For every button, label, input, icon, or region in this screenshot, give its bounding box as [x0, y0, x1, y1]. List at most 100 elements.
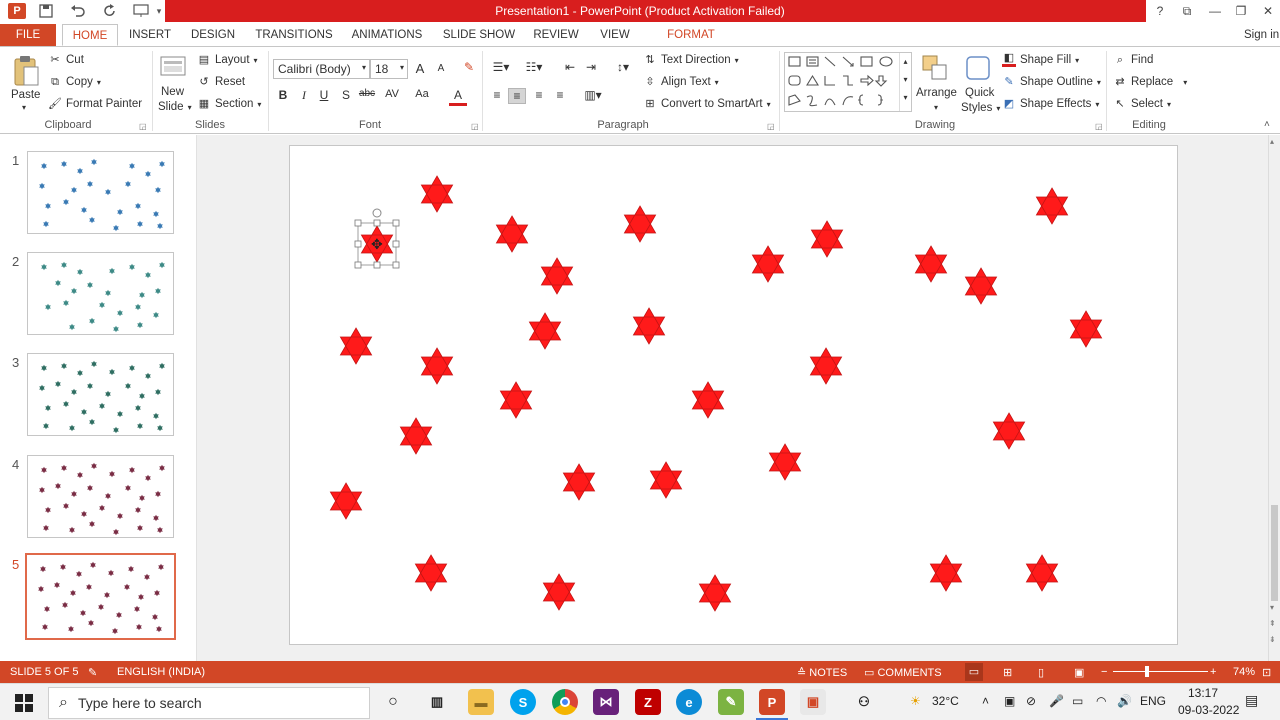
- shape-fill-button[interactable]: ◧ Shape Fill ▾: [1002, 53, 1079, 67]
- undo-icon[interactable]: [63, 2, 93, 20]
- notepad-plus-icon[interactable]: ✎: [718, 689, 744, 715]
- star-shape[interactable]: [540, 257, 574, 295]
- layout-button[interactable]: ▤ Layout ▾: [197, 53, 258, 67]
- clear-formatting-icon[interactable]: ✎: [460, 60, 478, 74]
- tab-slide-show[interactable]: SLIDE SHOW: [440, 24, 518, 46]
- prev-slide-icon[interactable]: ⇞: [1269, 619, 1276, 628]
- new-slide-label-1[interactable]: New: [161, 86, 184, 98]
- italic-button[interactable]: I: [295, 88, 313, 103]
- ribbon-display-options-icon[interactable]: ⧉: [1172, 2, 1202, 20]
- next-slide-icon[interactable]: ⇟: [1269, 635, 1276, 644]
- skype-icon[interactable]: S: [510, 689, 536, 715]
- edge-icon[interactable]: e: [676, 689, 702, 715]
- task-view-icon[interactable]: ▥: [424, 689, 450, 715]
- sign-in-link[interactable]: Sign in: [1244, 24, 1280, 46]
- tab-format[interactable]: FORMAT: [660, 24, 722, 46]
- arrange-button[interactable]: Arrange: [916, 87, 957, 99]
- paragraph-launcher-icon[interactable]: ◲: [767, 122, 775, 131]
- zoom-slider[interactable]: [1113, 666, 1208, 677]
- slide-thumbnail[interactable]: [27, 151, 174, 234]
- shapes-gallery-more-icon[interactable]: ▴ ▾ ▾: [899, 53, 911, 111]
- star-shape[interactable]: [914, 245, 948, 283]
- find-button[interactable]: ⌕ Find: [1113, 53, 1153, 67]
- increase-indent-button[interactable]: ⇥: [582, 60, 600, 74]
- star-shape[interactable]: [528, 312, 562, 350]
- columns-button[interactable]: ▥▾: [581, 88, 605, 102]
- arrange-icon[interactable]: [921, 54, 949, 82]
- filezilla-icon[interactable]: Z: [635, 689, 661, 715]
- slide-thumbnail[interactable]: [27, 252, 174, 335]
- copy-button[interactable]: ⧉ Copy ▾: [48, 75, 101, 89]
- slide-canvas[interactable]: ✥: [289, 145, 1178, 645]
- input-language[interactable]: ENG: [1140, 694, 1166, 708]
- start-from-beginning-icon[interactable]: [128, 2, 154, 20]
- reset-button[interactable]: ↺ Reset: [197, 75, 245, 89]
- show-hidden-icons[interactable]: ˄: [982, 694, 989, 708]
- numbering-button[interactable]: ☷▾: [521, 60, 547, 74]
- antivirus-icon[interactable]: ⊘: [1026, 694, 1036, 708]
- arrange-dropdown-icon[interactable]: ▾: [934, 103, 938, 112]
- text-shadow-button[interactable]: S: [337, 88, 355, 102]
- taskbar-search-box[interactable]: ⌕ Type here to search: [48, 687, 370, 719]
- star-shape[interactable]: [691, 381, 725, 419]
- star-shape[interactable]: [420, 175, 454, 213]
- tab-design[interactable]: DESIGN: [186, 24, 240, 46]
- bullets-button[interactable]: ☰▾: [489, 60, 513, 74]
- decrease-indent-button[interactable]: ⇤: [561, 60, 579, 74]
- line-spacing-button[interactable]: ↕▾: [611, 60, 635, 74]
- notes-button[interactable]: ≙ NOTES: [797, 666, 847, 679]
- normal-view-icon[interactable]: ▭: [965, 663, 983, 681]
- star-shape[interactable]: [992, 412, 1026, 450]
- drawing-launcher-icon[interactable]: ◲: [1095, 122, 1103, 131]
- format-painter-button[interactable]: 🖌 Format Painter: [48, 97, 142, 111]
- zoom-slider-thumb[interactable]: [1145, 666, 1149, 677]
- help-icon[interactable]: ?: [1145, 2, 1175, 20]
- windows-start-icon[interactable]: [15, 694, 33, 712]
- star-shape[interactable]: [751, 245, 785, 283]
- tab-review[interactable]: REVIEW: [530, 24, 582, 46]
- close-icon[interactable]: ✕: [1253, 2, 1280, 20]
- people-icon[interactable]: ⚇: [851, 689, 877, 715]
- strikethrough-button[interactable]: abc: [356, 88, 378, 99]
- quick-styles-label-1[interactable]: Quick: [965, 87, 994, 99]
- shrink-font-button[interactable]: A: [432, 63, 450, 74]
- redo-icon[interactable]: [100, 2, 120, 20]
- section-button[interactable]: ▦ Section ▾: [197, 97, 262, 111]
- quick-styles-button[interactable]: Styles ▾: [961, 102, 1000, 114]
- paste-button[interactable]: Paste: [11, 87, 40, 103]
- align-right-button[interactable]: ≡: [530, 88, 548, 102]
- paste-icon[interactable]: [12, 55, 40, 87]
- align-center-button[interactable]: ≡: [508, 88, 526, 104]
- scroll-thumb[interactable]: [1271, 505, 1278, 601]
- star-shape[interactable]: [810, 220, 844, 258]
- weather-icon[interactable]: ☀: [910, 694, 921, 708]
- star-shape[interactable]: [542, 573, 576, 611]
- collapse-ribbon-icon[interactable]: ˄: [1264, 119, 1270, 130]
- star-shape[interactable]: [499, 381, 533, 419]
- chrome-icon[interactable]: [552, 689, 578, 715]
- align-left-button[interactable]: ≡: [488, 88, 506, 102]
- reading-view-icon[interactable]: ▯: [1038, 666, 1044, 679]
- star-shape[interactable]: [339, 327, 373, 365]
- star-shape[interactable]: [414, 554, 448, 592]
- grow-font-button[interactable]: A: [411, 61, 429, 76]
- star-shape[interactable]: [929, 554, 963, 592]
- slide-thumbnail[interactable]: [27, 353, 174, 436]
- star-shape[interactable]: [1025, 554, 1059, 592]
- clock-date[interactable]: 09-03-2022: [1178, 703, 1239, 717]
- battery-icon[interactable]: ▭: [1072, 694, 1083, 708]
- new-slide-button[interactable]: Slide ▾: [158, 101, 192, 113]
- vertical-scrollbar[interactable]: ▴ ▾ ⇞ ⇟: [1268, 135, 1280, 661]
- notifications-icon[interactable]: ▤: [1245, 692, 1258, 709]
- convert-smartart-button[interactable]: ⊞ Convert to SmartArt ▾: [643, 97, 770, 111]
- paste-dropdown-icon[interactable]: ▾: [22, 103, 26, 112]
- spelling-check-icon[interactable]: ✎: [88, 666, 97, 679]
- zoom-in-button[interactable]: +: [1210, 666, 1216, 678]
- clock-time[interactable]: 13:17: [1188, 686, 1218, 700]
- replace-button[interactable]: ⇄ Replace ▾: [1113, 75, 1187, 89]
- star-shape[interactable]: [399, 417, 433, 455]
- clipboard-launcher-icon[interactable]: ◲: [139, 122, 147, 131]
- tab-transitions[interactable]: TRANSITIONS: [252, 24, 336, 46]
- rotate-handle-icon[interactable]: [372, 208, 382, 218]
- star-shape[interactable]: [495, 215, 529, 253]
